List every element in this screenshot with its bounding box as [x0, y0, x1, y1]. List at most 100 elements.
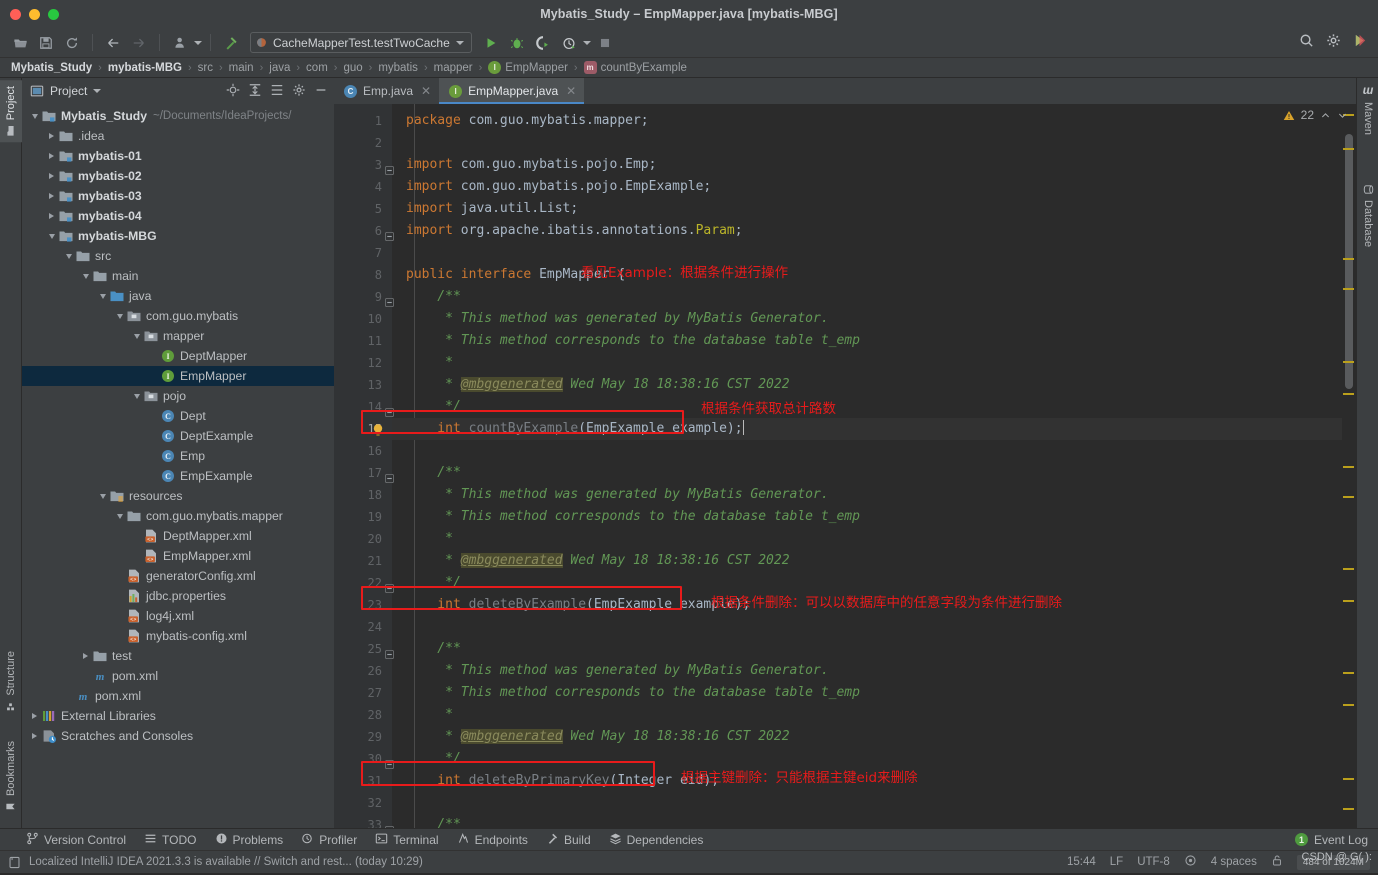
warning-marker[interactable] — [1343, 496, 1354, 498]
line-number-23[interactable]: 23 — [334, 594, 392, 616]
breadcrumb-item-countbyexample[interactable]: m countByExample — [583, 61, 688, 74]
collapse-all-icon[interactable] — [270, 83, 284, 100]
editor-tab-empmapper-java[interactable]: I EmpMapper.java ✕ — [439, 78, 585, 104]
tree-item-mybatis-config-xml[interactable]: <> mybatis-config.xml — [22, 626, 334, 646]
line-number-12[interactable]: 12 — [334, 352, 392, 374]
code-line-17[interactable]: /** — [392, 462, 1342, 484]
breadcrumb-item-com[interactable]: com — [305, 62, 329, 74]
profiler-dropdown-caret-icon[interactable] — [582, 40, 591, 45]
line-number-10[interactable]: 10 — [334, 308, 392, 330]
breadcrumb-item-mybatis-study[interactable]: Mybatis_Study — [10, 62, 93, 74]
code-line-16[interactable] — [392, 440, 1342, 462]
code-line-19[interactable]: * This method corresponds to the databas… — [392, 506, 1342, 528]
encoding-indicator[interactable]: UTF-8 — [1137, 856, 1170, 868]
breadcrumb-item-mybatis[interactable]: mybatis — [377, 62, 419, 74]
tree-item--idea[interactable]: .idea — [22, 126, 334, 146]
warning-marker[interactable] — [1343, 361, 1354, 363]
tool-window-button-problems[interactable]: Problems — [215, 832, 283, 848]
tree-item-mybatis-02[interactable]: mybatis-02 — [22, 166, 334, 186]
expand-all-icon[interactable] — [248, 83, 262, 100]
code-line-33[interactable]: /** — [392, 814, 1342, 828]
line-number-18[interactable]: 18 — [334, 484, 392, 506]
code-line-7[interactable] — [392, 242, 1342, 264]
code-line-12[interactable]: * — [392, 352, 1342, 374]
line-number-5[interactable]: 5 — [334, 198, 392, 220]
line-number-13[interactable]: 13 — [334, 374, 392, 396]
warning-marker[interactable] — [1343, 704, 1354, 706]
sidebar-item-database[interactable]: Database — [1357, 178, 1378, 253]
warning-marker[interactable] — [1343, 568, 1354, 570]
project-panel-chevron-icon[interactable] — [93, 89, 102, 93]
code-line-5[interactable]: import java.util.List; — [392, 198, 1342, 220]
tree-item-mybatis-03[interactable]: mybatis-03 — [22, 186, 334, 206]
line-number-1[interactable]: 1 — [334, 110, 392, 132]
status-message[interactable]: Localized IntelliJ IDEA 2021.3.3 is avai… — [29, 856, 423, 868]
sync-icon[interactable] — [60, 32, 84, 54]
tree-item-com-guo-mybatis-mapper[interactable]: com.guo.mybatis.mapper — [22, 506, 334, 526]
minimize-window-button[interactable] — [29, 9, 40, 20]
tree-item-deptmapper-xml[interactable]: <> DeptMapper.xml — [22, 526, 334, 546]
code-line-3[interactable]: import com.guo.mybatis.pojo.Emp; — [392, 154, 1342, 176]
line-number-31[interactable]: 31 — [334, 770, 392, 792]
line-number-27[interactable]: 27 — [334, 682, 392, 704]
indent-indicator[interactable]: 4 spaces — [1211, 856, 1257, 868]
sidebar-item-maven[interactable]: m Maven — [1357, 80, 1378, 141]
code-line-28[interactable]: * — [392, 704, 1342, 726]
tree-item-test[interactable]: test — [22, 646, 334, 666]
code-line-4[interactable]: import com.guo.mybatis.pojo.EmpExample; — [392, 176, 1342, 198]
warning-marker[interactable] — [1343, 393, 1354, 395]
code-line-27[interactable]: * This method corresponds to the databas… — [392, 682, 1342, 704]
build-hammer-icon[interactable] — [219, 32, 243, 54]
code-line-10[interactable]: * This method was generated by MyBatis G… — [392, 308, 1342, 330]
save-icon[interactable] — [34, 32, 58, 54]
code-line-29[interactable]: * @mbggenerated Wed May 18 18:38:16 CST … — [392, 726, 1342, 748]
settings-gear-icon[interactable] — [292, 83, 306, 100]
line-number-29[interactable]: 29 — [334, 726, 392, 748]
close-tab-icon[interactable]: ✕ — [421, 84, 431, 98]
inspection-widget[interactable]: 22 — [1283, 108, 1348, 122]
tool-window-button-dependencies[interactable]: Dependencies — [609, 832, 703, 848]
code-line-18[interactable]: * This method was generated by MyBatis G… — [392, 484, 1342, 506]
back-arrow-icon[interactable] — [101, 32, 125, 54]
code-line-24[interactable] — [392, 616, 1342, 638]
tree-item-empmapper[interactable]: I EmpMapper — [22, 366, 334, 386]
tree-item-com-guo-mybatis[interactable]: com.guo.mybatis — [22, 306, 334, 326]
editor-gutter[interactable]: 1234567891011121314151617181920212223242… — [334, 104, 394, 828]
warning-marker[interactable] — [1343, 600, 1354, 602]
breadcrumb-item-empmapper[interactable]: I EmpMapper — [487, 61, 569, 74]
line-number-21[interactable]: 21 — [334, 550, 392, 572]
tree-item-mybatis-01[interactable]: mybatis-01 — [22, 146, 334, 166]
run-with-coverage-button[interactable] — [531, 32, 555, 54]
tree-item-emp[interactable]: C Emp — [22, 446, 334, 466]
notification-icon[interactable] — [8, 856, 21, 869]
code-line-8[interactable]: public interface EmpMapper { — [392, 264, 1342, 286]
breadcrumb-item-src[interactable]: src — [197, 62, 214, 74]
code-line-15[interactable]: int countByExample(EmpExample example); — [392, 418, 1342, 440]
tree-toggle-expanded-icon[interactable] — [45, 233, 58, 239]
tree-item-mybatis-study[interactable]: Mybatis_Study ~/Documents/IdeaProjects/ — [22, 106, 334, 126]
tree-toggle-collapsed-icon[interactable] — [45, 193, 58, 199]
warning-marker[interactable] — [1343, 778, 1354, 780]
vcs-dropdown-caret-icon[interactable] — [194, 40, 202, 45]
tree-item-jdbc-properties[interactable]: jdbc.properties — [22, 586, 334, 606]
line-number-2[interactable]: 2 — [334, 132, 392, 154]
debug-button[interactable] — [505, 32, 529, 54]
chevron-up-icon[interactable] — [1320, 110, 1331, 121]
line-number-32[interactable]: 32 — [334, 792, 392, 814]
tool-window-button-profiler[interactable]: Profiler — [301, 832, 357, 848]
tree-item-generatorconfig-xml[interactable]: <> generatorConfig.xml — [22, 566, 334, 586]
tree-item-pojo[interactable]: pojo — [22, 386, 334, 406]
warning-marker[interactable] — [1343, 672, 1354, 674]
hide-panel-icon[interactable] — [314, 83, 328, 100]
sidebar-item-bookmarks[interactable]: Bookmarks — [0, 735, 22, 818]
tree-toggle-expanded-icon[interactable] — [28, 113, 41, 119]
breadcrumb-item-mapper[interactable]: mapper — [433, 62, 474, 74]
breadcrumb-item-java[interactable]: java — [268, 62, 291, 74]
line-number-3[interactable]: 3 — [334, 154, 394, 176]
code-line-25[interactable]: /** — [392, 638, 1342, 660]
tool-window-button-terminal[interactable]: Terminal — [375, 832, 439, 848]
chevron-down-icon[interactable] — [455, 40, 464, 45]
tree-toggle-expanded-icon[interactable] — [96, 493, 109, 499]
inspection-eye-icon[interactable] — [1184, 854, 1197, 870]
line-number-30[interactable]: 30 — [334, 748, 394, 770]
